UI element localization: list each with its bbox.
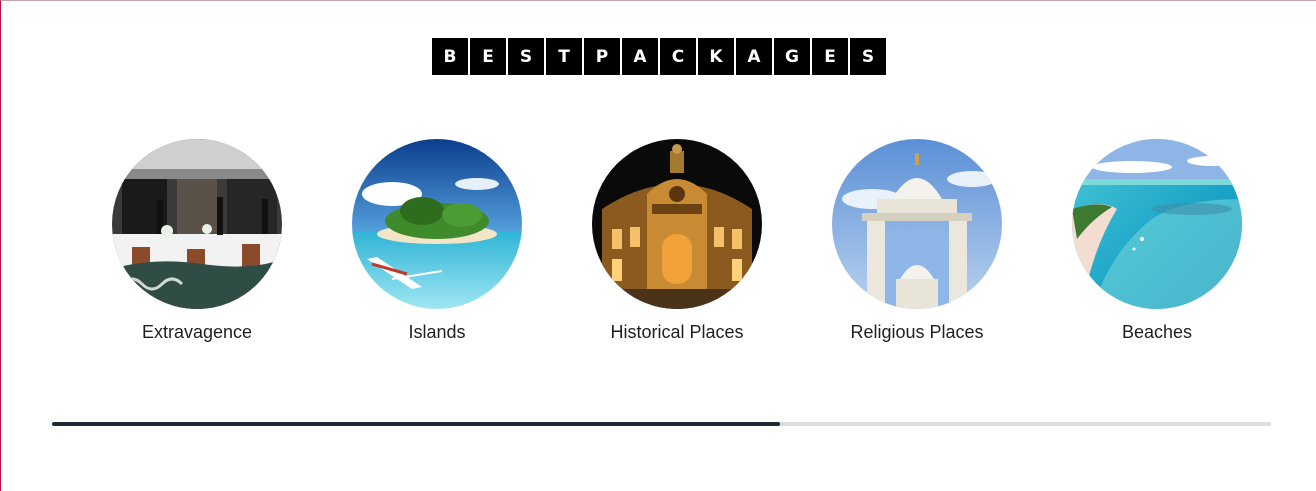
title-letter: A — [622, 38, 658, 75]
restaurant-terrace-image[interactable] — [112, 139, 282, 309]
title-letter: P — [584, 38, 620, 75]
package-card-islands[interactable]: Islands — [317, 139, 557, 343]
package-label[interactable]: Islands — [408, 322, 465, 343]
package-label[interactable]: Extravagence — [142, 322, 252, 343]
title-letter: G — [774, 38, 810, 75]
carousel-progress-fill — [52, 422, 780, 426]
package-label[interactable]: Historical Places — [610, 322, 743, 343]
title-letter: T — [546, 38, 582, 75]
title-letter: B — [432, 38, 468, 75]
title-letter: S — [508, 38, 544, 75]
white-temple-image[interactable] — [832, 139, 1002, 309]
title-letter: E — [470, 38, 506, 75]
night-opera-house-image[interactable] — [592, 139, 762, 309]
best-packages-section: B E S T P A C K A G E S Extravagence Isl… — [0, 0, 1316, 491]
carousel-progress-bar[interactable] — [52, 422, 1271, 426]
package-label[interactable]: Religious Places — [850, 322, 983, 343]
title-letter: C — [660, 38, 696, 75]
title-letter: S — [850, 38, 886, 75]
package-card-historical-places[interactable]: Historical Places — [557, 139, 797, 343]
title-letter: K — [698, 38, 734, 75]
package-carousel: Extravagence Islands Historical Places R… — [1, 139, 1316, 359]
section-title: B E S T P A C K A G E S — [1, 38, 1316, 75]
package-card-religious-places[interactable]: Religious Places — [797, 139, 1037, 343]
title-letter: E — [812, 38, 848, 75]
title-letter: A — [736, 38, 772, 75]
package-label[interactable]: Beaches — [1122, 322, 1192, 343]
package-card-beaches[interactable]: Beaches — [1037, 139, 1277, 343]
turquoise-lagoon-image[interactable] — [1072, 139, 1242, 309]
tropical-island-image[interactable] — [352, 139, 522, 309]
package-card-extravagence[interactable]: Extravagence — [77, 139, 317, 343]
